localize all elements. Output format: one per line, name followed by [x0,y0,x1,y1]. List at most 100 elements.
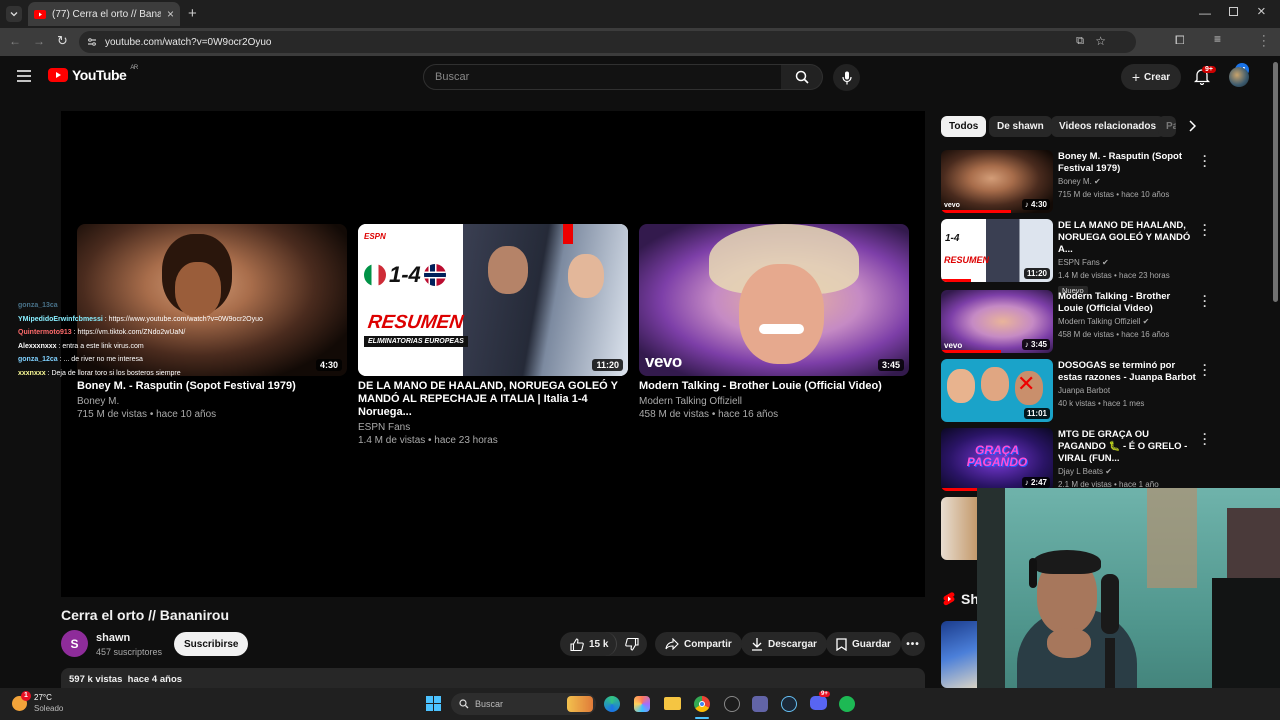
search-button[interactable] [781,64,823,90]
file-explorer-icon[interactable] [664,697,681,710]
vevo-logo: vevo [645,352,682,371]
recommendation-item[interactable]: vevo ♪ 3:45 Modern Talking - Brother Lou… [941,290,1207,354]
minimize-icon[interactable]: — [1199,6,1211,20]
recommendation-meta: 1.4 M de vistas • hace 23 horas [1058,271,1170,280]
chat-text: : Deja de llorar toro si los bosteros si… [47,369,181,377]
new-tab-icon[interactable]: + [188,5,197,22]
back-arrow-icon[interactable]: ← [9,34,21,48]
card-meta: 1.4 M de vistas • hace 23 horas [358,435,498,446]
notifications-button[interactable]: 9+ [1194,66,1216,85]
short-thumbnail-partial[interactable] [941,621,977,688]
taskbar-search-input[interactable]: Buscar [451,693,596,715]
vevo-logo: vevo [944,202,960,209]
window-close-icon[interactable]: × [1257,3,1266,20]
resumen-mini: RESUMEN [944,255,990,265]
share-button[interactable]: Compartir [655,632,742,656]
more-options-icon[interactable]: · · · [1203,219,1207,241]
recommendation-item[interactable]: 1-4 RESUMEN 11:20 DE LA MANO DE HAALAND,… [941,219,1207,295]
page-scrollbar-thumb[interactable] [1273,62,1278,302]
endscreen-thumbnail: vevo 3:45 [639,224,909,376]
more-options-icon[interactable]: · · · [1203,150,1207,172]
card-meta: 458 M de vistas • hace 16 años [639,409,779,420]
thumbs-up-icon [570,637,584,651]
youtube-wordmark: YouTube [72,67,127,83]
more-options-icon[interactable]: · · · [1203,428,1207,450]
region-code: AR [130,65,138,71]
voice-search-button[interactable] [833,64,860,91]
spotify-icon[interactable] [839,696,855,712]
stream-chat-overlay: gonza_13ca YMipedidoErwinfcbmessi : http… [18,299,318,380]
site-info-icon[interactable] [87,37,97,47]
create-button[interactable]: + Crear [1121,64,1181,90]
score-graphic: 1-4 [364,262,446,288]
recommendation-thumbnail-partial[interactable] [941,497,977,560]
youtube-logo[interactable]: YouTube AR [48,65,138,83]
reading-list-icon[interactable]: ≡ [1214,32,1221,46]
restore-icon[interactable] [1229,7,1238,16]
webcam-overlay [977,488,1280,720]
chip-related[interactable]: Videos relacionados [1051,116,1165,137]
recommendation-item[interactable]: vevo ♪ 4:30 Boney M. - Rasputin (Sopot F… [941,150,1207,214]
endscreen-card[interactable]: vevo 3:45 Modern Talking - Brother Louie… [639,224,909,421]
recommendation-item[interactable]: GRAÇA PAGANDO ♪ 2:47 MTG DE GRAÇA OU PAG… [941,428,1207,492]
download-button[interactable]: Descargar [741,632,827,656]
card-channel: Modern Talking Offiziell [639,396,743,407]
duration-badge: ♪ 3:45 [1021,339,1050,350]
teams-icon[interactable] [752,696,768,712]
recommendation-title: Boney M. - Rasputin (Sopot Festival 1979… [1058,151,1183,174]
chips-next-button[interactable] [1188,120,1196,132]
edge-browser-icon[interactable] [604,696,620,712]
more-options-icon[interactable]: · · · [1203,359,1207,381]
bookmark-star-icon[interactable]: ☆ [1095,34,1106,48]
browser-tab-active[interactable]: (77) Cerra el orto // Bananirou × [28,2,180,26]
forward-arrow-icon[interactable]: → [33,34,45,48]
obs-studio-icon[interactable] [724,696,740,712]
recommendation-item[interactable]: ✕ 11:01 DOSOGAS se terminó por estas raz… [941,359,1207,423]
more-options-icon[interactable]: · · · [1203,290,1207,312]
extensions-icon[interactable]: ⧠ [1175,33,1185,48]
install-app-icon[interactable]: ⧉ [1076,35,1084,48]
search-icon [459,699,469,709]
channel-avatar[interactable]: S [61,630,88,657]
dislike-button[interactable] [617,632,647,656]
steam-icon[interactable] [781,696,797,712]
chip-more[interactable]: Pa [1158,116,1176,137]
download-icon [752,637,762,651]
subscriber-count: 457 suscriptores [96,647,163,657]
duration-badge: ♪ 2:47 [1021,477,1050,488]
chrome-icon[interactable] [694,696,710,712]
discord-icon[interactable] [810,696,827,710]
save-button[interactable]: Guardar [826,632,901,656]
upload-age: hace 4 años [127,674,183,685]
channel-text: Djay L Beats [1058,467,1104,476]
channel-name[interactable]: shawn [96,632,130,644]
description-box[interactable]: 597 k vistas hace 4 años [61,668,925,690]
endscreen-card[interactable]: ESPN 1-4 RESUMEN ELIMINATORIAS EUROPEAS … [358,224,628,447]
eliminatorias-label: ELIMINATORIAS EUROPEAS [364,336,468,347]
tab-close-icon[interactable]: × [167,7,174,21]
recommendation-channel: ESPN Fans ✔ [1058,256,1198,269]
like-button[interactable]: 15 k [560,632,618,656]
more-actions-button[interactable]: ••• [901,632,925,656]
hamburger-menu-icon[interactable] [17,70,31,82]
chat-text: : entra a este link virus.com [58,342,144,350]
search-input[interactable]: Buscar [423,64,782,90]
tab-search-button[interactable] [6,6,22,22]
chat-message: gonza_13ca [18,299,318,313]
subscribe-button[interactable]: Suscribirse [174,632,249,656]
copilot-icon[interactable] [634,696,650,712]
chat-text: : ... de river no me interesa [59,356,143,363]
address-bar[interactable]: youtube.com/watch?v=0W9ocr2Oyuo ⧉ ☆ [79,31,1136,53]
thumbs-down-icon [625,637,640,651]
duration-badge: 11:01 [1023,408,1050,419]
chip-from-channel[interactable]: De shawn [989,116,1052,137]
microphone-icon [841,71,852,84]
chip-all[interactable]: Todos [941,116,987,137]
verified-icon: ✔ [1142,317,1150,326]
reload-icon[interactable]: ↻ [57,33,68,49]
chat-message: YMipedidoErwinfcbmessi : https://www.you… [18,313,318,327]
account-avatar[interactable] [1229,67,1249,87]
browser-menu-icon[interactable]: · · · [1262,31,1266,52]
duration-badge: ♪ 4:30 [1021,199,1050,210]
windows-start-icon[interactable] [426,696,441,711]
